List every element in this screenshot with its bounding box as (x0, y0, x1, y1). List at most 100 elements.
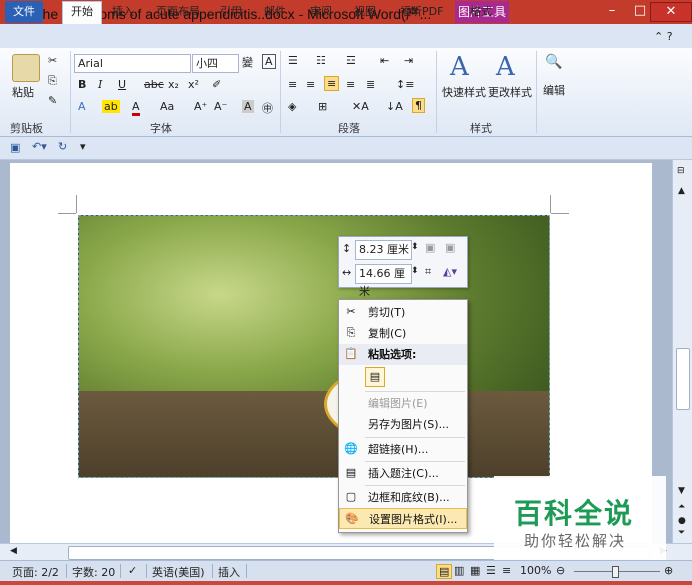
chinese-layout-icon[interactable]: ✕A (352, 100, 369, 113)
save-icon[interactable]: ▣ (10, 141, 20, 154)
scroll-left-icon[interactable]: ◀ (10, 546, 17, 556)
print-layout-icon[interactable]: ▤ (436, 564, 453, 579)
bold-icon[interactable]: B (78, 78, 86, 91)
menu-item-save-as-picture[interactable]: 另存为图片(S)... (339, 414, 467, 435)
line-spacing-icon[interactable]: ↕≡ (396, 78, 414, 91)
font-color-icon[interactable]: A (132, 100, 140, 116)
rotate-icon[interactable]: ◭▾ (443, 265, 457, 278)
send-backward-icon[interactable]: ▣ (445, 241, 455, 254)
text-effects-icon[interactable]: A (78, 100, 86, 113)
change-styles-button[interactable]: 更改样式 (488, 84, 532, 100)
align-center-icon[interactable]: ≡ (306, 78, 315, 91)
tab-home[interactable]: 开始 (62, 1, 102, 24)
tab-format[interactable]: 格式 (462, 2, 500, 22)
char-border-icon[interactable]: A (262, 54, 276, 69)
char-shading-icon[interactable]: A (242, 100, 254, 113)
find-binoculars-icon[interactable]: 🔍 (545, 54, 562, 70)
quick-styles-icon[interactable]: A (450, 52, 469, 82)
highlight-icon[interactable]: ab (102, 100, 120, 113)
show-marks-icon[interactable]: ¶ (412, 98, 425, 113)
zoom-level[interactable]: 100% (520, 564, 551, 577)
scroll-up-icon[interactable]: ▲ (678, 186, 685, 196)
vertical-scrollbar[interactable]: ⊟ ▲ ▼ ⏶ ● ⏷ (672, 160, 692, 543)
sort-icon[interactable]: ↓A (386, 100, 403, 113)
status-word-count[interactable]: 字数: 20 (72, 564, 115, 580)
change-case-icon[interactable]: Aa (160, 100, 174, 113)
numbering-icon[interactable]: ☷ (316, 54, 326, 67)
font-size-combo[interactable]: 小四 (192, 54, 239, 73)
clear-format-icon[interactable]: ✐ (212, 78, 221, 91)
zoom-in-icon[interactable]: ⊕ (664, 564, 673, 577)
decrease-indent-icon[interactable]: ⇤ (380, 54, 389, 67)
scroll-down-icon[interactable]: ▼ (678, 486, 685, 496)
menu-item-cut[interactable]: ✂ 剪切(T) (339, 302, 467, 323)
status-language[interactable]: 英语(美国) (152, 564, 205, 580)
underline-icon[interactable]: U (118, 78, 126, 91)
cut-icon[interactable]: ✂ (48, 54, 57, 67)
picture-height-input[interactable]: 8.23 厘米 (355, 240, 412, 260)
tab-page-layout[interactable]: 页面布局 (148, 2, 208, 22)
menu-item-copy[interactable]: ⎘ 复制(C) (339, 323, 467, 344)
copy-icon[interactable]: ⎘ (48, 74, 57, 88)
previous-page-icon[interactable]: ⏶ (678, 502, 685, 512)
status-page-count[interactable]: 页面: 2/2 (12, 564, 59, 580)
editing-button[interactable]: 编辑 (543, 82, 565, 98)
shrink-font-icon[interactable]: A⁻ (214, 100, 227, 113)
help-icon[interactable]: ⌃ ? (654, 30, 673, 43)
menu-item-hyperlink[interactable]: 🌐 超链接(H)... (339, 439, 467, 460)
bullets-icon[interactable]: ☰ (288, 54, 298, 67)
strikethrough-icon[interactable]: abc (144, 78, 164, 91)
minimize-icon[interactable]: – (598, 2, 626, 20)
menu-item-borders-shading[interactable]: ▢ 边框和底纹(B)... (339, 487, 467, 508)
menu-item-insert-caption[interactable]: ▤ 插入题注(C)... (339, 463, 467, 484)
increase-indent-icon[interactable]: ⇥ (404, 54, 413, 67)
status-insert-mode[interactable]: 插入 (218, 564, 240, 580)
subscript-icon[interactable]: x₂ (168, 78, 179, 91)
tab-references[interactable]: 引用 (212, 2, 250, 22)
height-spinner-icon[interactable]: ⬍ (411, 242, 419, 252)
align-left-icon[interactable]: ≡ (288, 78, 297, 91)
justify-icon[interactable]: ≡ (346, 78, 355, 91)
superscript-icon[interactable]: x² (188, 78, 199, 91)
tab-foxit-pdf[interactable]: 福昕PDF (392, 2, 451, 22)
paste-icon[interactable] (12, 54, 40, 82)
undo-icon[interactable]: ↶▾ (32, 140, 47, 153)
tab-file[interactable]: 文件 (5, 1, 43, 23)
paste-keep-format-icon[interactable]: ▤ (365, 367, 385, 387)
tab-mailings[interactable]: 邮件 (256, 2, 294, 22)
customize-qat-icon[interactable]: ▾ (80, 140, 86, 153)
selected-picture[interactable] (78, 215, 550, 478)
quick-styles-button[interactable]: 快速样式 (442, 84, 486, 100)
format-painter-icon[interactable]: ✎ (48, 94, 57, 107)
distributed-icon[interactable]: ≣ (366, 78, 375, 91)
picture-width-input[interactable]: 14.66 厘米 (355, 264, 412, 298)
align-right-icon[interactable]: ≡ (324, 76, 340, 91)
vertical-scroll-thumb[interactable] (676, 348, 690, 410)
outline-icon[interactable]: ☰ (486, 564, 496, 577)
zoom-out-icon[interactable]: ⊖ (556, 564, 565, 577)
tab-view[interactable]: 视图 (346, 2, 384, 22)
tab-insert[interactable]: 插入 (104, 2, 142, 22)
full-screen-reading-icon[interactable]: ▥ (454, 564, 464, 577)
italic-icon[interactable]: I (98, 78, 102, 91)
tab-review[interactable]: 审阅 (302, 2, 340, 22)
bring-forward-icon[interactable]: ▣ (425, 241, 435, 254)
borders-icon[interactable]: ⊞ (318, 100, 327, 113)
shading-icon[interactable]: ◈ (288, 100, 296, 113)
spelling-check-icon[interactable]: ✓ (128, 564, 137, 577)
browse-object-icon[interactable]: ● (678, 516, 686, 526)
change-styles-icon[interactable]: A (496, 52, 515, 82)
width-spinner-icon[interactable]: ⬍ (411, 266, 419, 276)
redo-icon[interactable]: ↻ (58, 140, 67, 153)
multilevel-list-icon[interactable]: ☲ (346, 54, 356, 67)
phonetic-guide-icon[interactable]: 變 (242, 54, 253, 70)
crop-icon[interactable]: ⌗ (425, 265, 431, 279)
web-layout-icon[interactable]: ▦ (470, 564, 480, 577)
close-icon[interactable]: ✕ (650, 2, 692, 22)
paste-button[interactable]: 粘贴 (12, 84, 34, 100)
next-page-icon[interactable]: ⏷ (678, 528, 685, 538)
enclose-char-icon[interactable]: ㊥ (262, 100, 273, 116)
font-name-combo[interactable]: Arial (74, 54, 191, 73)
grow-font-icon[interactable]: A⁺ (194, 100, 207, 113)
zoom-slider-thumb[interactable] (612, 566, 619, 578)
